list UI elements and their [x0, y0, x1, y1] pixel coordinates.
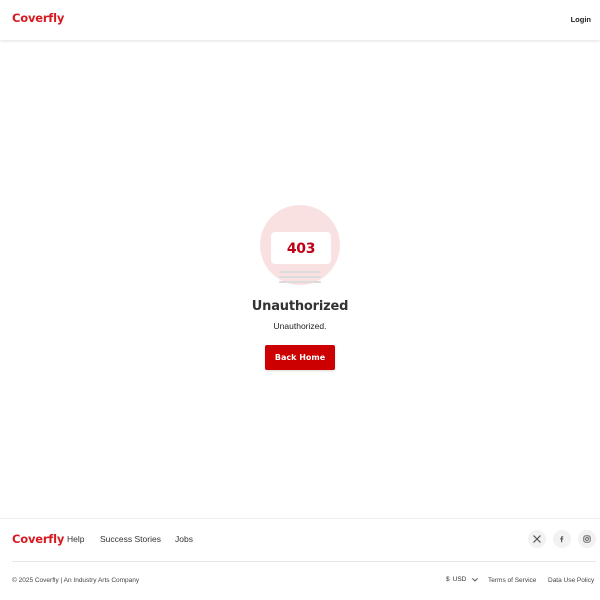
- error-title: Unauthorized: [251, 299, 349, 314]
- x-social-button[interactable]: [528, 530, 546, 548]
- footer-link-jobs[interactable]: Jobs: [175, 534, 193, 544]
- illustration-line: [279, 281, 321, 283]
- error-panel: 403 Unauthorized Unauthorized. Back Home: [0, 205, 600, 370]
- page: Coverfly Login 403 Unauthorized Unauthor…: [0, 0, 600, 600]
- data-use-policy-link[interactable]: Data Use Policy: [548, 577, 594, 584]
- facebook-icon: [560, 536, 564, 543]
- footer-link-success-stories[interactable]: Success Stories: [100, 534, 161, 544]
- instagram-icon: [583, 535, 591, 543]
- top-header: Coverfly Login: [0, 0, 600, 40]
- login-link[interactable]: Login: [571, 15, 591, 24]
- back-home-button[interactable]: Back Home: [265, 345, 335, 370]
- footer-link-help[interactable]: Help: [67, 534, 84, 544]
- footer-coverfly-logo[interactable]: Coverfly: [12, 532, 64, 546]
- facebook-social-button[interactable]: [553, 530, 571, 548]
- currency-code: USD: [452, 576, 467, 583]
- footer-top-row: Coverfly Help Success Stories Jobs: [0, 519, 600, 561]
- terms-of-service-link[interactable]: Terms of Service: [488, 577, 536, 584]
- footer-bottom-row: © 2025 Coverfly | An Industry Arts Compa…: [0, 562, 600, 600]
- chevron-down-icon: [472, 577, 479, 582]
- currency-symbol: $: [446, 576, 450, 583]
- error-code: 403: [286, 241, 316, 257]
- instagram-social-button[interactable]: [578, 530, 596, 548]
- site-footer: Coverfly Help Success Stories Jobs © 202…: [0, 518, 600, 600]
- illustration-card: 403: [271, 232, 331, 264]
- x-icon: [533, 535, 541, 543]
- illustration-line: [279, 271, 321, 273]
- copyright-text: © 2025 Coverfly | An Industry Arts Compa…: [12, 577, 140, 584]
- illustration-line: [279, 276, 321, 278]
- error-illustration: 403: [259, 205, 341, 285]
- coverfly-logo[interactable]: Coverfly: [12, 11, 64, 25]
- error-message: Unauthorized.: [273, 321, 327, 331]
- currency-selector[interactable]: $ USD: [446, 576, 479, 583]
